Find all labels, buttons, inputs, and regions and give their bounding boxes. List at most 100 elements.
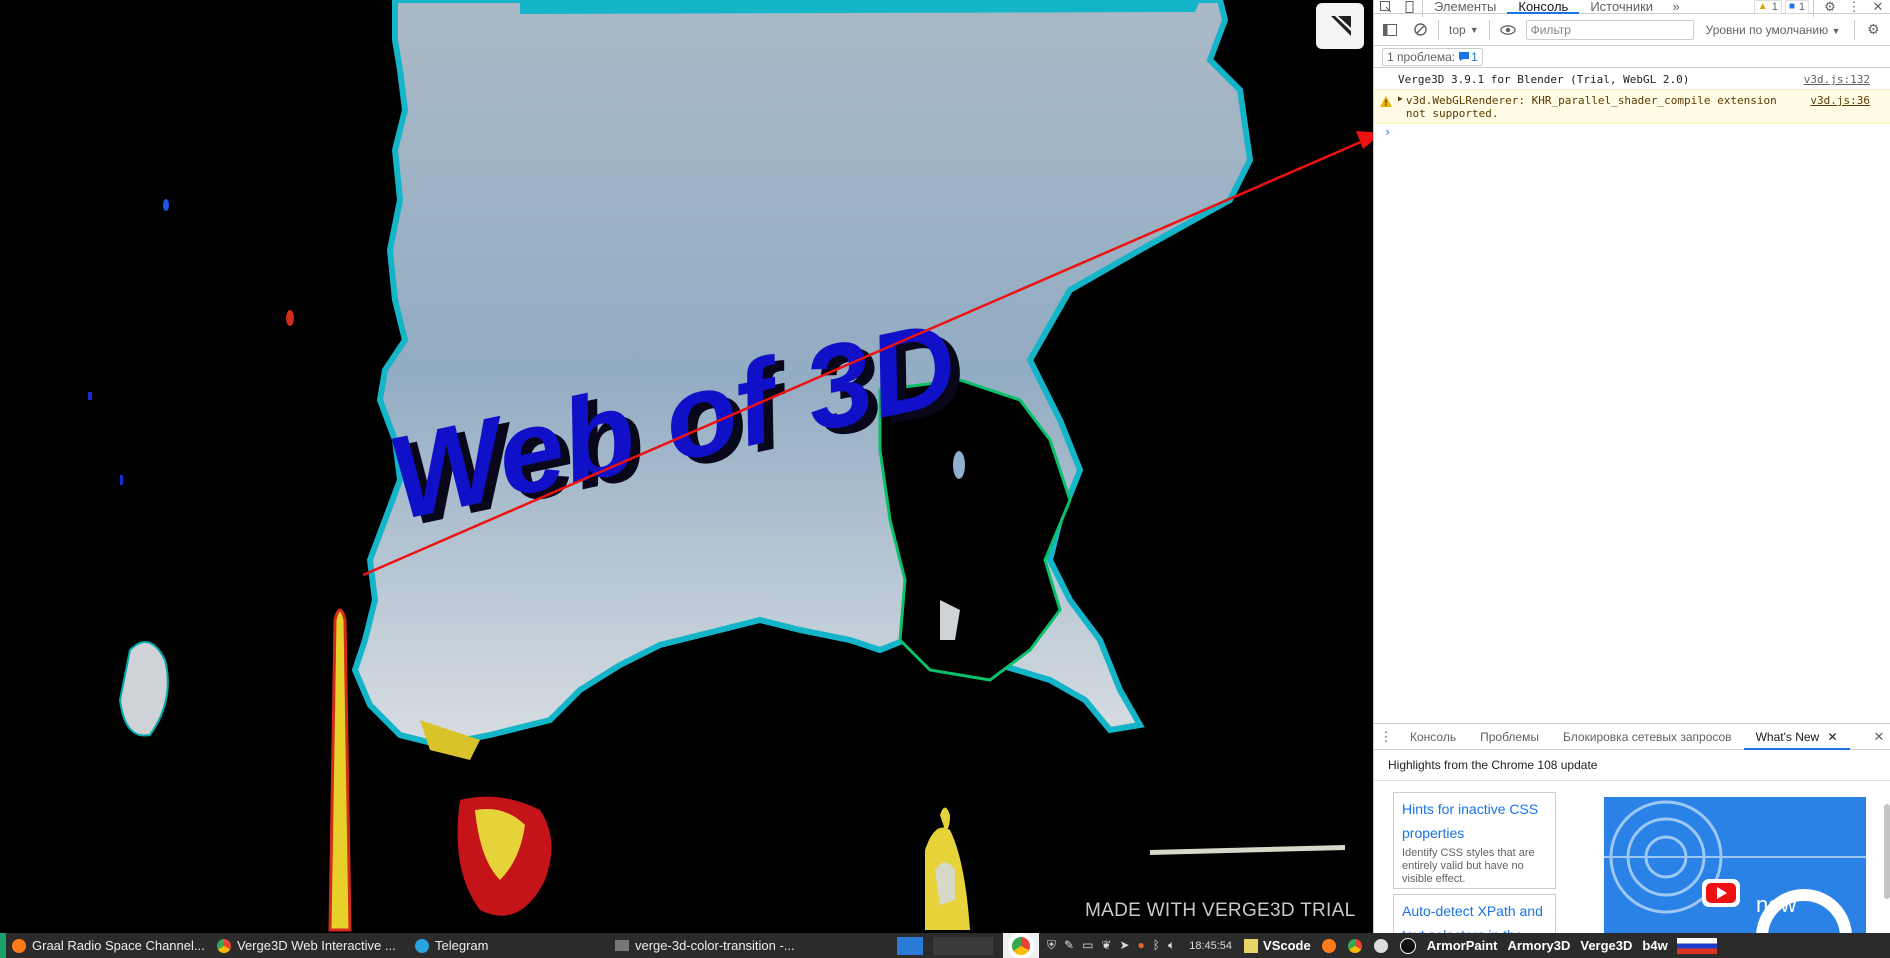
workspace-1[interactable] xyxy=(897,936,923,955)
context-label: top xyxy=(1449,22,1466,37)
shield-icon: ⛨ xyxy=(1047,938,1057,952)
close-tab-icon[interactable]: ✕ xyxy=(1828,730,1838,744)
volume-icon: 🔈︎ xyxy=(1168,938,1176,952)
chevron-double-right-icon[interactable]: » xyxy=(1664,0,1688,17)
warning-icon xyxy=(1380,96,1392,107)
log-levels-label: Уровни по умолчанию xyxy=(1705,22,1829,37)
candle-left xyxy=(328,608,352,932)
folder-icon xyxy=(615,940,629,951)
console-settings-gear-icon[interactable]: ⚙ xyxy=(1861,20,1885,40)
whats-new-card[interactable]: Hints for inactive CSS properties Identi… xyxy=(1393,792,1556,889)
blender-icon[interactable] xyxy=(1373,938,1388,953)
watermark: MADE WITH VERGE3D TRIAL xyxy=(1085,900,1356,921)
chrome-launcher-icon-2[interactable] xyxy=(1347,938,1362,953)
issues-button[interactable]: 1 проблема: 1 xyxy=(1382,47,1483,66)
console-message-text: Verge3D 3.9.1 for Blender (Trial, WebGL … xyxy=(1398,73,1690,86)
warning-icon: ▲ xyxy=(1757,1,1768,12)
fullscreen-icon xyxy=(1331,16,1351,36)
battery-icon: ▭ xyxy=(1082,938,1094,952)
prompt-chevron: › xyxy=(1384,125,1392,139)
console-toolbar: top ▼ Уровни по умолчанию ▼ ⚙ xyxy=(1374,14,1890,46)
launcher-armorpaint[interactable]: ArmorPaint xyxy=(1422,938,1503,953)
warnings-counter[interactable]: ▲ 1 xyxy=(1753,0,1782,14)
drawer-menu-icon[interactable]: ⋮ xyxy=(1374,727,1398,747)
devtools-drawer: ⋮ Консоль Проблемы Блокировка сетевых за… xyxy=(1374,723,1890,944)
console-prompt[interactable]: › xyxy=(1374,124,1890,139)
taskbar-window-label: Verge3D Web Interactive ... xyxy=(237,938,396,953)
console-warning[interactable]: ▶ v3d.WebGLRenderer: KHR_parallel_shader… xyxy=(1374,90,1890,124)
drawer-tabbar: ⋮ Консоль Проблемы Блокировка сетевых за… xyxy=(1374,724,1890,750)
expand-triangle-icon[interactable]: ▶ xyxy=(1398,94,1403,120)
launcher-armory3d[interactable]: Armory3D xyxy=(1503,938,1576,953)
device-toolbar-icon[interactable] xyxy=(1398,0,1422,17)
card-description: Identify CSS styles that are entirely va… xyxy=(1402,847,1535,885)
console-message[interactable]: Verge3D 3.9.1 for Blender (Trial, WebGL … xyxy=(1374,70,1890,90)
pen-icon: ✎ xyxy=(1064,938,1075,952)
whats-new-headline: Highlights from the Chrome 108 update xyxy=(1374,750,1890,781)
filter-input[interactable] xyxy=(1525,19,1694,40)
dropdown-arrow-icon: ▼ xyxy=(1469,24,1479,35)
console-log: Verge3D 3.9.1 for Blender (Trial, WebGL … xyxy=(1374,68,1890,139)
workspace-2[interactable] xyxy=(933,936,993,955)
fullscreen-button[interactable] xyxy=(1316,3,1364,49)
clear-console-icon[interactable] xyxy=(1408,20,1432,40)
console-message-text: v3d.WebGLRenderer: KHR_parallel_shader_c… xyxy=(1405,94,1777,120)
card-title[interactable]: Hints for inactive CSS properties xyxy=(1402,797,1547,845)
dropdown-arrow-icon: ▼ xyxy=(1831,25,1841,36)
taskbar-window[interactable]: Verge3D Web Interactive ... xyxy=(211,933,409,958)
launcher-vscode[interactable]: VScode xyxy=(1258,938,1316,953)
leaf-icon: ❦ xyxy=(1101,938,1112,952)
sidebar-toggle-icon[interactable] xyxy=(1378,20,1402,40)
webgl-viewport[interactable]: Web of 3D Web of 3D MADE WITH VERGE3D TR… xyxy=(0,0,1373,933)
issues-label: 1 проблема: xyxy=(1387,49,1456,64)
close-icon[interactable]: ✕ xyxy=(1866,0,1890,17)
launcher-b4w[interactable]: b4w xyxy=(1637,938,1672,953)
issues-bar: 1 проблема: 1 xyxy=(1374,46,1890,68)
drawer-tab-console[interactable]: Консоль xyxy=(1398,724,1468,750)
messages-counter[interactable]: ■ 1 xyxy=(1784,0,1809,14)
drawer-scrollbar[interactable] xyxy=(1884,804,1890,899)
clock[interactable]: 18:45:54 xyxy=(1183,940,1238,952)
drawer-tab-issues[interactable]: Проблемы xyxy=(1468,724,1551,750)
scene-render: Web of 3D Web of 3D xyxy=(0,0,1373,933)
source-link[interactable]: v3d.js:36 xyxy=(1810,94,1870,120)
issue-message-icon: 1 xyxy=(1459,50,1478,64)
taskbar-window[interactable]: verge-3d-color-transition -... xyxy=(609,933,889,958)
close-drawer-icon[interactable]: ✕ xyxy=(1867,727,1890,747)
context-selector[interactable]: top ▼ xyxy=(1445,23,1483,37)
firefox-launcher-icon[interactable] xyxy=(1321,938,1336,953)
flame-icon: ● xyxy=(1137,938,1145,952)
warnings-count: 1 xyxy=(1771,0,1778,13)
bluetooth-icon: ᛒ xyxy=(1152,938,1160,952)
tab-console[interactable]: Консоль xyxy=(1507,0,1580,14)
tab-elements[interactable]: Элементы xyxy=(1423,0,1507,14)
taskbar-window-label: Telegram xyxy=(435,938,489,953)
unreal-icon[interactable] xyxy=(1399,937,1416,954)
inspect-element-icon[interactable] xyxy=(1374,0,1398,17)
source-link[interactable]: v3d.js:132 xyxy=(1804,73,1870,86)
eye-icon[interactable] xyxy=(1496,20,1520,40)
taskbar-window[interactable]: Telegram xyxy=(409,933,609,958)
tab-sources[interactable]: Источники xyxy=(1579,0,1664,14)
log-levels-dropdown[interactable]: Уровни по умолчанию ▼ xyxy=(1700,23,1841,37)
taskbar-window[interactable]: Graal Radio Space Channel... xyxy=(6,933,211,958)
send-icon: ➤ xyxy=(1119,938,1130,952)
firefox-icon xyxy=(12,938,26,953)
tray-icons[interactable]: ⛨ ✎ ▭ ❦ ➤ ● ᛒ 🔈︎ xyxy=(1039,938,1183,953)
drawer-tab-label: What's New xyxy=(1755,729,1820,744)
issues-count: 1 xyxy=(1471,49,1478,64)
chrome-launcher-icon[interactable] xyxy=(1003,933,1039,958)
flag-icon xyxy=(1676,937,1717,954)
notes-icon xyxy=(1244,938,1259,953)
devtools-tabbar: Элементы Консоль Источники » ▲ 1 ■ 1 ⚙ ⋮… xyxy=(1374,0,1890,17)
launcher-verge3d[interactable]: Verge3D xyxy=(1575,938,1637,953)
drawer-tab-network-blocking[interactable]: Блокировка сетевых запросов xyxy=(1551,724,1744,750)
promo-new-label: new xyxy=(1756,892,1797,917)
taskbar-window-label: verge-3d-color-transition -... xyxy=(635,938,795,953)
gear-icon[interactable]: ⚙ xyxy=(1818,0,1842,17)
message-icon: ■ xyxy=(1788,1,1795,12)
devtools-panel: Элементы Консоль Источники » ▲ 1 ■ 1 ⚙ ⋮… xyxy=(1373,0,1890,944)
drawer-tab-whats-new[interactable]: What's New ✕ xyxy=(1743,724,1850,750)
kebab-menu-icon[interactable]: ⋮ xyxy=(1842,0,1866,17)
whats-new-promo-image[interactable]: new xyxy=(1604,797,1866,934)
